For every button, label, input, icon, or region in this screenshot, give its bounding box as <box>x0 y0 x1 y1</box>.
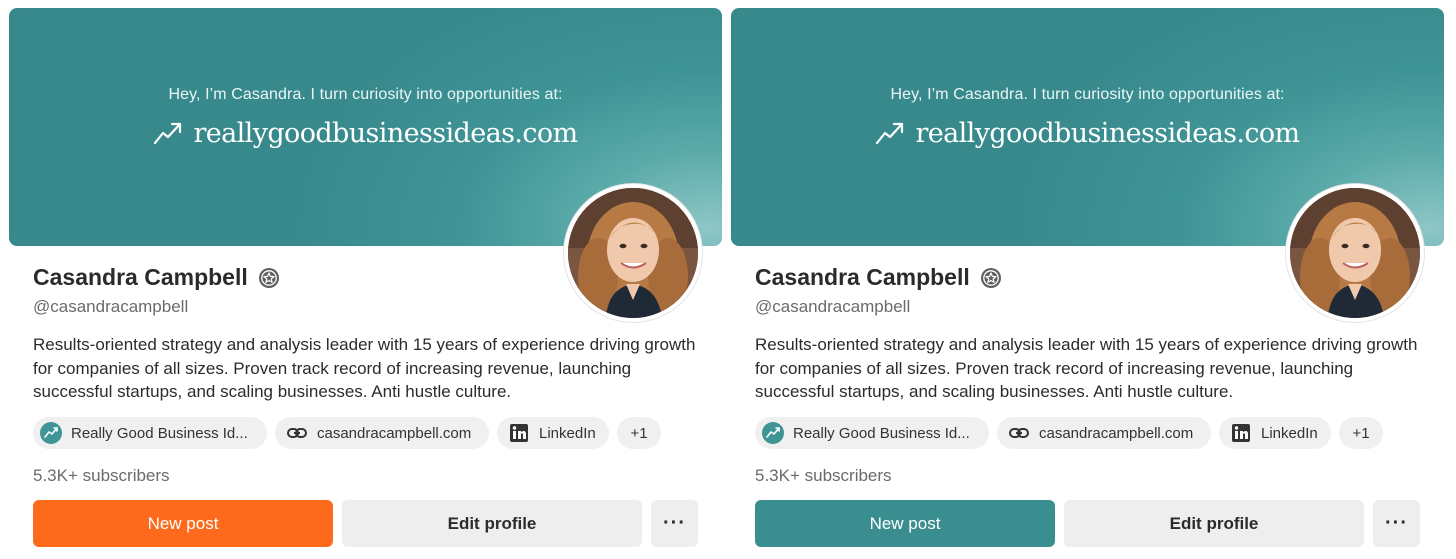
link-pill-website[interactable]: casandracampbell.com <box>997 417 1211 449</box>
edit-profile-button[interactable]: Edit profile <box>1064 500 1364 547</box>
link-pill-label: casandracampbell.com <box>1039 424 1194 442</box>
new-post-button[interactable]: New post <box>33 500 333 547</box>
profile-actions: New post Edit profile ··· <box>755 500 1420 547</box>
profile-bio: Results-oriented strategy and analysis l… <box>33 335 696 401</box>
profile-handle: @casandracampbell <box>755 297 911 316</box>
more-options-button[interactable]: ··· <box>651 500 698 547</box>
profile-links: Really Good Business Id... casandracampb… <box>33 417 661 449</box>
avatar-photo <box>568 188 698 318</box>
avatar-photo <box>1290 188 1420 318</box>
subscriber-count: 5.3K+ subscribers <box>33 466 170 485</box>
link-pill-publication[interactable]: Really Good Business Id... <box>33 417 267 449</box>
publication-logo-icon <box>761 421 785 445</box>
profile-bio: Results-oriented strategy and analysis l… <box>755 335 1418 401</box>
linkedin-icon <box>1229 421 1253 445</box>
banner-site-line: reallygoodbusinessideas.com <box>9 118 722 149</box>
verified-badge-icon <box>258 267 279 288</box>
edit-profile-button[interactable]: Edit profile <box>342 500 642 547</box>
profile-links: Really Good Business Id... casandracampb… <box>755 417 1383 449</box>
link-pill-label: Really Good Business Id... <box>793 424 970 442</box>
banner-tagline: Hey, I’m Casandra. I turn curiosity into… <box>890 86 1285 103</box>
link-icon <box>285 421 309 445</box>
profile-name: Casandra Campbell <box>33 264 248 290</box>
link-pill-linkedin[interactable]: LinkedIn <box>497 417 609 449</box>
link-icon <box>1007 421 1031 445</box>
verified-badge-icon <box>980 267 1001 288</box>
link-pill-more[interactable]: +1 <box>1339 417 1383 449</box>
more-options-button[interactable]: ··· <box>1373 500 1420 547</box>
link-pill-website[interactable]: casandracampbell.com <box>275 417 489 449</box>
link-pill-label: casandracampbell.com <box>317 424 472 442</box>
link-pill-more[interactable]: +1 <box>617 417 661 449</box>
link-pill-label: LinkedIn <box>1261 424 1318 442</box>
banner-site-text: reallygoodbusinessideas.com <box>915 118 1300 149</box>
avatar[interactable] <box>1286 184 1424 322</box>
publication-logo-icon <box>39 421 63 445</box>
trending-up-icon <box>876 122 904 145</box>
profile-name: Casandra Campbell <box>755 264 970 290</box>
profile-card-left: Hey, I’m Casandra. I turn curiosity into… <box>9 8 723 553</box>
profile-card-right: Hey, I’m Casandra. I turn curiosity into… <box>731 8 1445 553</box>
banner-site-text: reallygoodbusinessideas.com <box>193 118 578 149</box>
link-pill-linkedin[interactable]: LinkedIn <box>1219 417 1331 449</box>
trending-up-icon <box>154 122 182 145</box>
new-post-button[interactable]: New post <box>755 500 1055 547</box>
link-pill-label: Really Good Business Id... <box>71 424 248 442</box>
link-pill-label: LinkedIn <box>539 424 596 442</box>
linkedin-icon <box>507 421 531 445</box>
banner-site-line: reallygoodbusinessideas.com <box>731 118 1444 149</box>
avatar[interactable] <box>564 184 702 322</box>
link-pill-publication[interactable]: Really Good Business Id... <box>755 417 989 449</box>
name-row: Casandra Campbell <box>33 264 280 291</box>
banner-tagline: Hey, I’m Casandra. I turn curiosity into… <box>168 86 563 103</box>
profile-actions: New post Edit profile ··· <box>33 500 698 547</box>
profile-handle: @casandracampbell <box>33 297 189 316</box>
name-row: Casandra Campbell <box>755 264 1002 291</box>
subscriber-count: 5.3K+ subscribers <box>755 466 892 485</box>
